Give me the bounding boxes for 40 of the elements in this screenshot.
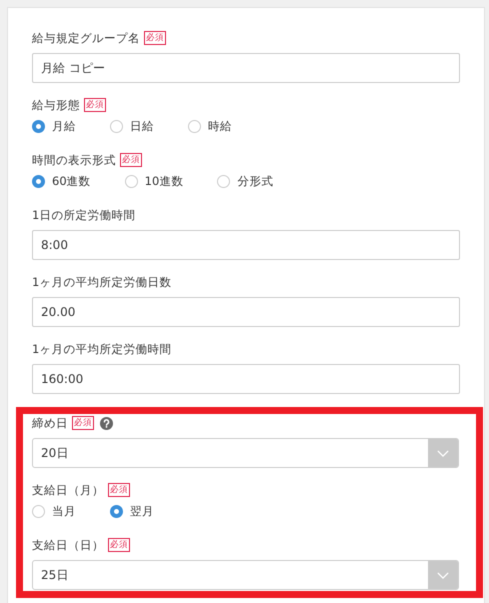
required-badge: 必須	[84, 98, 106, 112]
help-icon[interactable]	[100, 416, 113, 430]
required-badge: 必須	[108, 538, 130, 552]
select-field[interactable]: 20日	[32, 438, 459, 468]
chevron-icon	[437, 450, 449, 456]
text-field[interactable]: 160:00	[32, 364, 460, 394]
option-label[interactable]: 時給	[208, 118, 232, 134]
required-badge: 必須	[108, 483, 130, 497]
required-badge: 必須	[72, 416, 94, 430]
text-field[interactable]: 月給 コピー	[32, 53, 460, 83]
option-label[interactable]: 月給	[52, 118, 76, 134]
option-label[interactable]: 60進数	[52, 174, 91, 188]
text-field[interactable]: 20.00	[32, 297, 460, 327]
radio-button[interactable]	[32, 504, 45, 518]
radio-button[interactable]	[32, 174, 45, 188]
field-label: 給与規定グループ名	[32, 30, 140, 46]
radio-button[interactable]	[217, 174, 230, 188]
radio-button[interactable]	[32, 120, 45, 132]
chevron-icon	[437, 572, 449, 578]
option-label[interactable]: 10進数	[144, 174, 184, 188]
select-field[interactable]: 25日	[32, 560, 459, 590]
field-label: 1ヶ月の平均所定労働時間	[32, 342, 172, 356]
required-badge: 必須	[144, 31, 166, 45]
field-label: 締め日	[32, 416, 68, 430]
field-label: 1日の所定労働時間	[32, 208, 136, 222]
option-label[interactable]: 分形式	[237, 174, 274, 188]
text-field[interactable]: 8:00	[32, 230, 460, 260]
field-label: 支給日（月）	[32, 482, 104, 498]
field-label: 給与形態	[32, 98, 80, 112]
option-label[interactable]: 当月	[52, 504, 76, 518]
field-label: 1ヶ月の平均所定労働日数	[32, 274, 172, 290]
option-label[interactable]: 翌月	[130, 504, 154, 518]
option-label[interactable]: 日給	[130, 118, 154, 134]
radio-button[interactable]	[188, 120, 201, 132]
required-badge: 必須	[120, 153, 142, 167]
radio-button[interactable]	[110, 504, 123, 518]
field-label: 時間の表示形式	[32, 152, 116, 168]
radio-button[interactable]	[124, 174, 138, 188]
radio-button[interactable]	[110, 120, 123, 132]
field-label: 支給日（日）	[32, 538, 104, 552]
